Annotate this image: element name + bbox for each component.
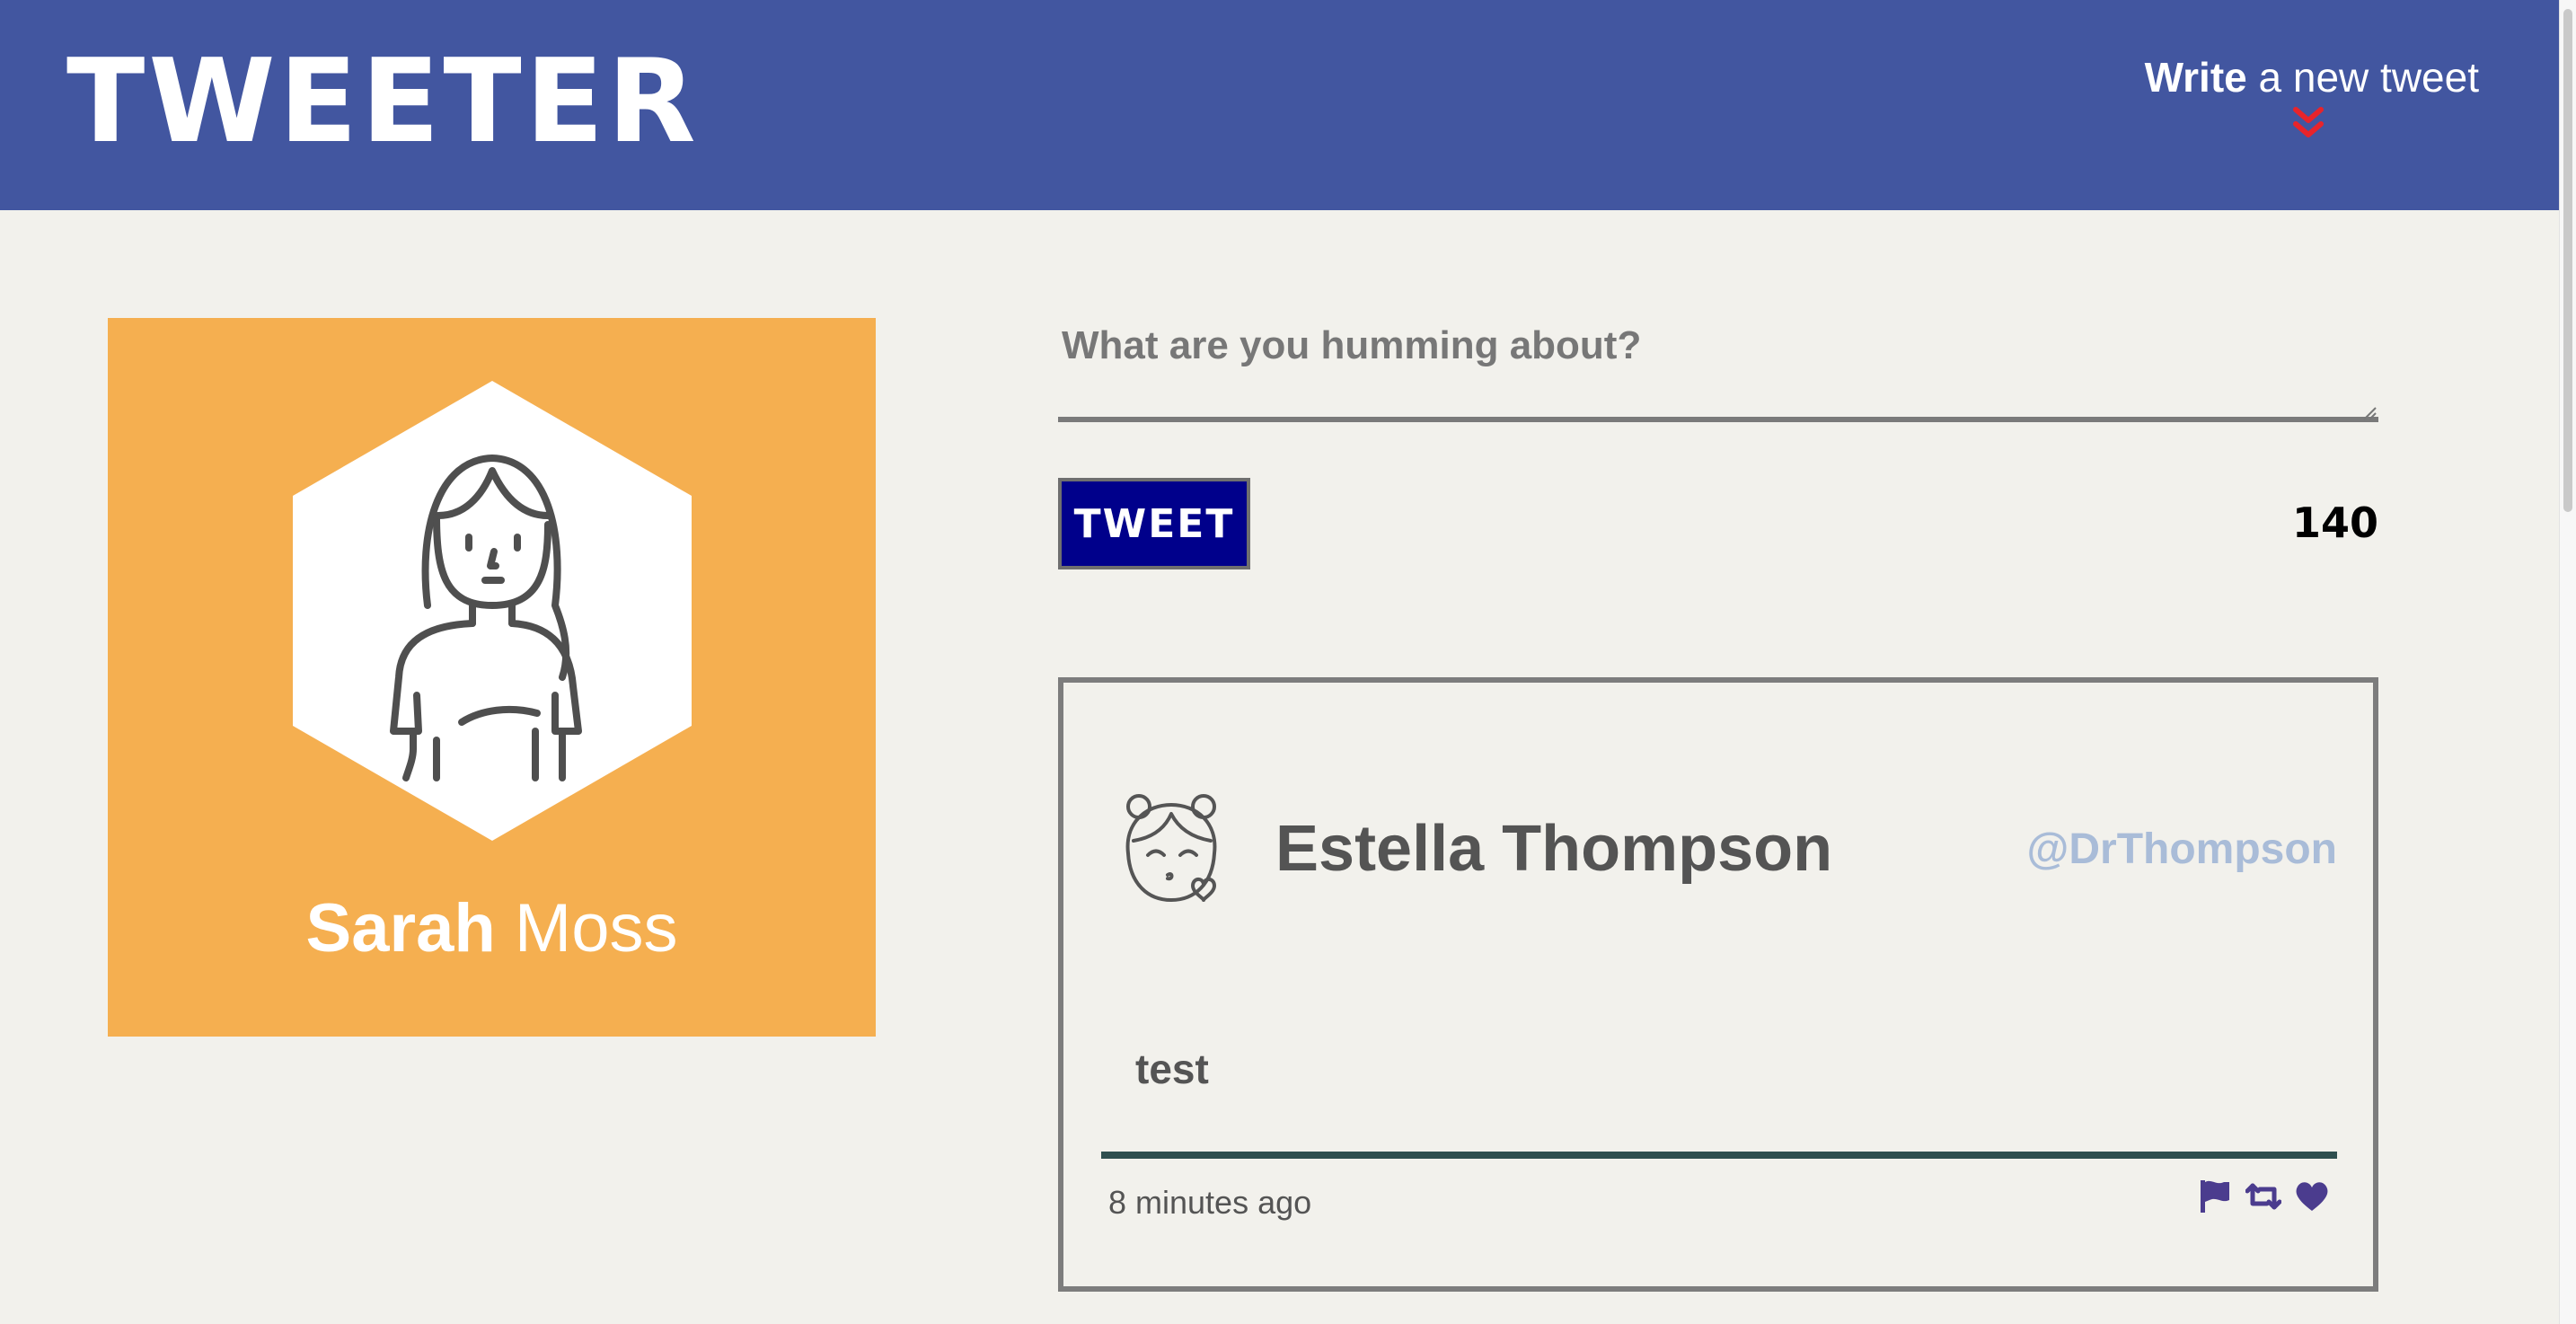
user-avatar-woman-icon — [293, 381, 692, 841]
scrollbar-thumb[interactable] — [2563, 9, 2572, 512]
new-tweet-composer: TWEET 140 — [1058, 305, 2378, 569]
double-chevron-down-icon[interactable] — [2289, 104, 2328, 144]
textarea-resize-handle[interactable] — [2362, 406, 2377, 420]
tweet-divider — [1101, 1152, 2337, 1159]
girl-kiss-avatar-icon — [1125, 794, 1217, 902]
retweet-icon[interactable] — [2245, 1178, 2281, 1214]
write-new-tweet-toggle[interactable]: Write a new tweet — [2145, 50, 2479, 144]
new-tweet-form: TWEET 140 — [1058, 305, 2378, 569]
brand-logo: TWEETER — [66, 35, 700, 169]
profile-last-name: Moss — [495, 890, 678, 967]
tweet-timestamp: 8 minutes ago — [1108, 1184, 1312, 1221]
tweet-submit-button[interactable]: TWEET — [1058, 478, 1250, 569]
profile-first-name: Sarah — [305, 890, 496, 967]
page-scrollbar[interactable] — [2559, 0, 2576, 1324]
write-new-tweet-label[interactable]: Write a new tweet — [2145, 50, 2479, 104]
character-counter: 140 — [2291, 499, 2378, 547]
profile-user-name: Sarah Moss — [108, 884, 876, 974]
tweet-card: Estella Thompson @DrThompson test 8 minu… — [1058, 677, 2378, 1292]
profile-card: Sarah Moss — [108, 318, 876, 1037]
tweet-author-name: Estella Thompson — [1275, 813, 1833, 885]
top-nav: TWEETER Write a new tweet — [0, 0, 2560, 210]
flag-icon[interactable] — [2197, 1178, 2233, 1214]
heart-icon[interactable] — [2294, 1178, 2330, 1214]
tweet-content: test — [1135, 1046, 1209, 1092]
tweet-text-input[interactable] — [1058, 305, 2378, 422]
tweet-author-handle: @DrThompson — [2026, 825, 2337, 873]
tweet-actions — [2197, 1178, 2330, 1214]
